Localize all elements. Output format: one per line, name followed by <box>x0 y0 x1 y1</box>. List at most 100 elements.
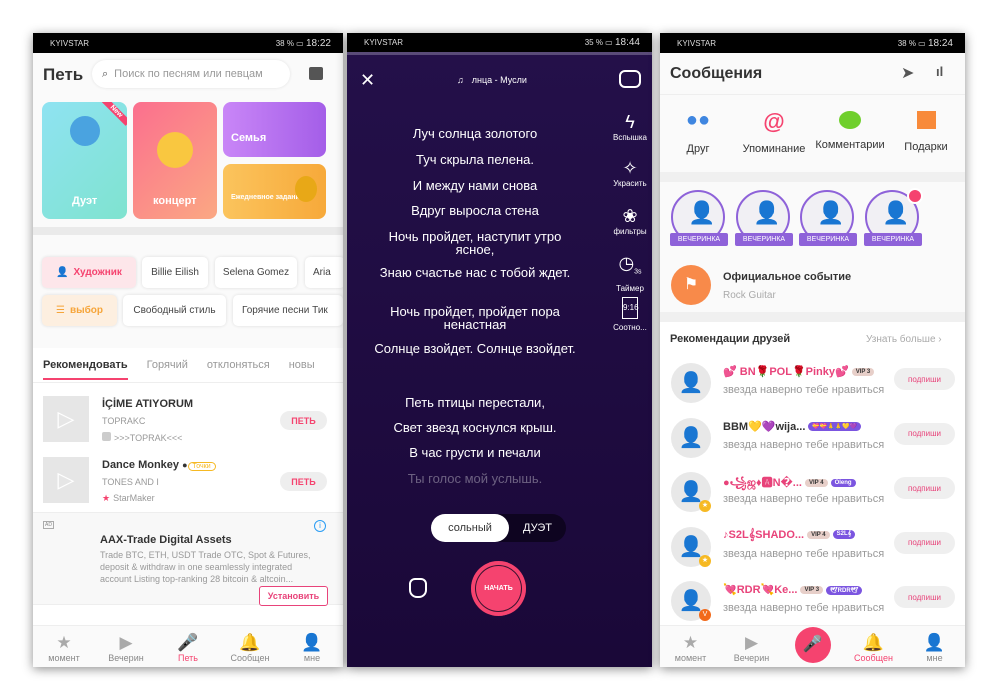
messages-screen: KYIVSTAR 38 % ▭ 18:24 Сообщения ➤ ıl ●● Др… <box>660 33 965 667</box>
starmaker-icon: ★ <box>102 493 111 503</box>
nav-moment[interactable]: ★ момент <box>660 626 721 667</box>
chip-choice[interactable]: ☰ выбор <box>42 295 117 326</box>
tab-deviate[interactable]: отклоняться <box>207 359 270 380</box>
nav-sing[interactable]: 🎤 <box>782 626 843 667</box>
chip[interactable]: Свободный стиль <box>123 295 226 326</box>
song-item[interactable]: ▷ Dance Monkey ● Точки TONES AND I ★ StarM… <box>33 457 343 507</box>
divider <box>33 227 343 235</box>
banner-duet[interactable]: New Дуэт <box>42 102 127 219</box>
chip[interactable]: Aria <box>305 257 343 288</box>
timer-tool[interactable]: ◷3s Таймер <box>609 252 651 293</box>
fire-icon <box>907 188 923 204</box>
friend-row[interactable]: 👤 ★ ♪S2L𝄞SHADO... VIP 4 S2L𝄞 звезда наверно т… <box>660 520 965 575</box>
friend-row[interactable]: 👤 V 💘RDR💘Ke... VIP 3 🕊RDR🕊 звезда наверно теб… <box>660 574 965 629</box>
nav-me[interactable]: 👤 мне <box>281 626 343 667</box>
banner-family[interactable]: Семья <box>223 102 326 157</box>
follow-button[interactable]: подпиши <box>894 531 955 554</box>
start-button[interactable]: НАЧАТЬ <box>471 561 526 616</box>
party-room[interactable]: 👤 ВЕЧЕРИНКА <box>735 190 793 246</box>
party-room[interactable]: 👤 ВЕЧЕРИНКА <box>799 190 857 246</box>
friend-row[interactable]: 👤 BBM💛💜wija... 💝💝🙏🙏💛💜 звезда наверно тебе н… <box>660 411 965 466</box>
user-icon: 👤 <box>923 633 946 652</box>
category-friend[interactable]: ●● Друг <box>660 109 736 155</box>
tabs: Рекомендовать Горячий отклоняться новы <box>43 359 315 380</box>
status-bar: KYIVSTAR 38 % ▭ 18:24 <box>660 33 965 53</box>
user-icon: 👤 <box>688 200 716 225</box>
lyric-line: Ночь пройдет, пройдет пора ненастная <box>390 304 560 332</box>
mode-toggle: сольный ДУЭТ <box>431 514 566 542</box>
party-room[interactable]: 👤 ВЕЧЕРИНКА <box>864 188 923 246</box>
tab-recommend[interactable]: Рекомендовать <box>43 359 128 380</box>
filters-tool[interactable]: ❀ фильтры <box>609 205 651 236</box>
sing-screen: KYIVSTAR 38 % ▭ 18:22 Петь ⌕ Поиск по песн… <box>33 33 343 667</box>
ad-card[interactable]: AD i AAX-Trade Digital Assets Trade BTC,… <box>33 512 343 606</box>
send-icon[interactable]: ➤ <box>901 63 914 83</box>
chip-artist[interactable]: 👤 Художник <box>42 257 136 288</box>
timer-icon: ◷3s <box>618 253 642 276</box>
mic-icon <box>70 116 100 146</box>
follow-button[interactable]: подпиши <box>894 586 955 608</box>
follow-button[interactable]: подпиши <box>894 368 955 390</box>
song-title: лнца - Мусли <box>471 75 527 85</box>
avatar[interactable]: 👤 <box>671 417 711 458</box>
learn-more-link[interactable]: Узнать больше › <box>866 334 942 345</box>
nav-messages[interactable]: 🔔 Сообщен <box>843 626 904 667</box>
category-mention[interactable]: @ Упоминание <box>736 109 812 155</box>
chip[interactable]: Billie Eilish <box>142 257 208 288</box>
nav-party[interactable]: ▶ Вечерин <box>721 626 782 667</box>
banner-daily-task[interactable]: Ежедневное задание <box>223 164 326 219</box>
friend-name: ♪S2L𝄞SHADO... VIP 4 S2L𝄞 <box>723 529 856 542</box>
badge: S2L𝄞 <box>832 530 856 540</box>
mode-solo[interactable]: сольный <box>431 514 509 542</box>
time: 18:22 <box>305 37 331 49</box>
lyric-line: Луч солнца золотого <box>412 126 538 141</box>
follow-button[interactable]: подпиши <box>894 422 955 445</box>
song-item[interactable]: ▷ İÇİME ATIYORUM TOPRAKC >>>TOPRAK<<< ПЕ… <box>33 396 343 446</box>
bottom-nav: ★ момент ▶ Вечерин 🎤 Петь 🔔 Сообщен 👤 мне <box>33 625 343 667</box>
tab-new[interactable]: новы <box>289 359 315 380</box>
friend-row[interactable]: 👤 ★ ●꧁ஜ♦🅰N�... VIP 4 Oleng звезда наверно теб… <box>660 465 965 520</box>
category-comments[interactable]: Комментарии <box>812 109 888 151</box>
nav-me[interactable]: 👤 мне <box>904 626 965 667</box>
party-room[interactable]: 👤 ВЕЧЕРИНКА <box>670 190 728 246</box>
chart-icon[interactable]: ıl <box>936 64 943 79</box>
follow-button[interactable]: подпиши <box>894 477 955 499</box>
info-icon[interactable]: i <box>314 520 326 532</box>
search-input[interactable]: ⌕ Поиск по песням или певцам <box>92 60 290 88</box>
avatar[interactable]: 👤 <box>671 363 711 403</box>
category-gifts[interactable]: Подарки <box>888 109 964 153</box>
nav-moment[interactable]: ★ момент <box>33 626 95 667</box>
nav-party[interactable]: ▶ Вечерин <box>95 626 157 667</box>
music-library-icon[interactable] <box>309 67 323 80</box>
close-icon[interactable]: ✕ <box>360 70 375 91</box>
flip-camera-icon[interactable] <box>619 70 641 88</box>
official-event[interactable]: ⚑ Официальное событие Rock Guitar <box>660 257 965 312</box>
sing-button[interactable]: ПЕТЬ <box>280 472 327 491</box>
chip[interactable]: Горячие песни Тик <box>233 295 343 326</box>
comment-icon <box>839 111 861 129</box>
level-badge-icon: ★ <box>699 500 711 512</box>
music-note-icon: ♫ <box>457 75 464 85</box>
search-icon: ⌕ <box>102 67 109 80</box>
party-icon: ▶ <box>744 633 759 652</box>
play-icon: ▷ <box>43 396 89 442</box>
flag-icon: ⚑ <box>671 265 711 305</box>
flash-tool[interactable]: ϟ Вспышка <box>609 111 651 142</box>
install-button[interactable]: Установить <box>259 586 328 606</box>
list-icon: ☰ <box>55 305 65 316</box>
nav-messages[interactable]: 🔔 Сообщен <box>219 626 281 667</box>
friend-row[interactable]: 👤 💕 BN🌹POL🌹Pinky💕 VIP 3 звезда наверно тебе… <box>660 356 965 411</box>
bell-icon: 🔔 <box>239 633 261 652</box>
chip[interactable]: Selena Gomez <box>215 257 297 288</box>
nav-sing[interactable]: 🎤 Петь <box>157 626 219 667</box>
mask-icon[interactable] <box>409 578 427 598</box>
sing-button[interactable]: ПЕТЬ <box>280 411 327 430</box>
tab-hot[interactable]: Горячий <box>147 359 188 380</box>
lyric-line: Знаю счастье нас с тобой ждет. <box>379 265 571 280</box>
user-icon: 👤 <box>753 200 781 225</box>
ratio-tool[interactable]: 9:16 Соотно... <box>609 297 651 332</box>
mode-duet[interactable]: ДУЭТ <box>509 514 566 542</box>
beautify-tool[interactable]: ✧ Украсить <box>609 157 651 188</box>
banner-concert[interactable]: концерт <box>133 102 217 219</box>
upload-icon <box>102 432 111 441</box>
